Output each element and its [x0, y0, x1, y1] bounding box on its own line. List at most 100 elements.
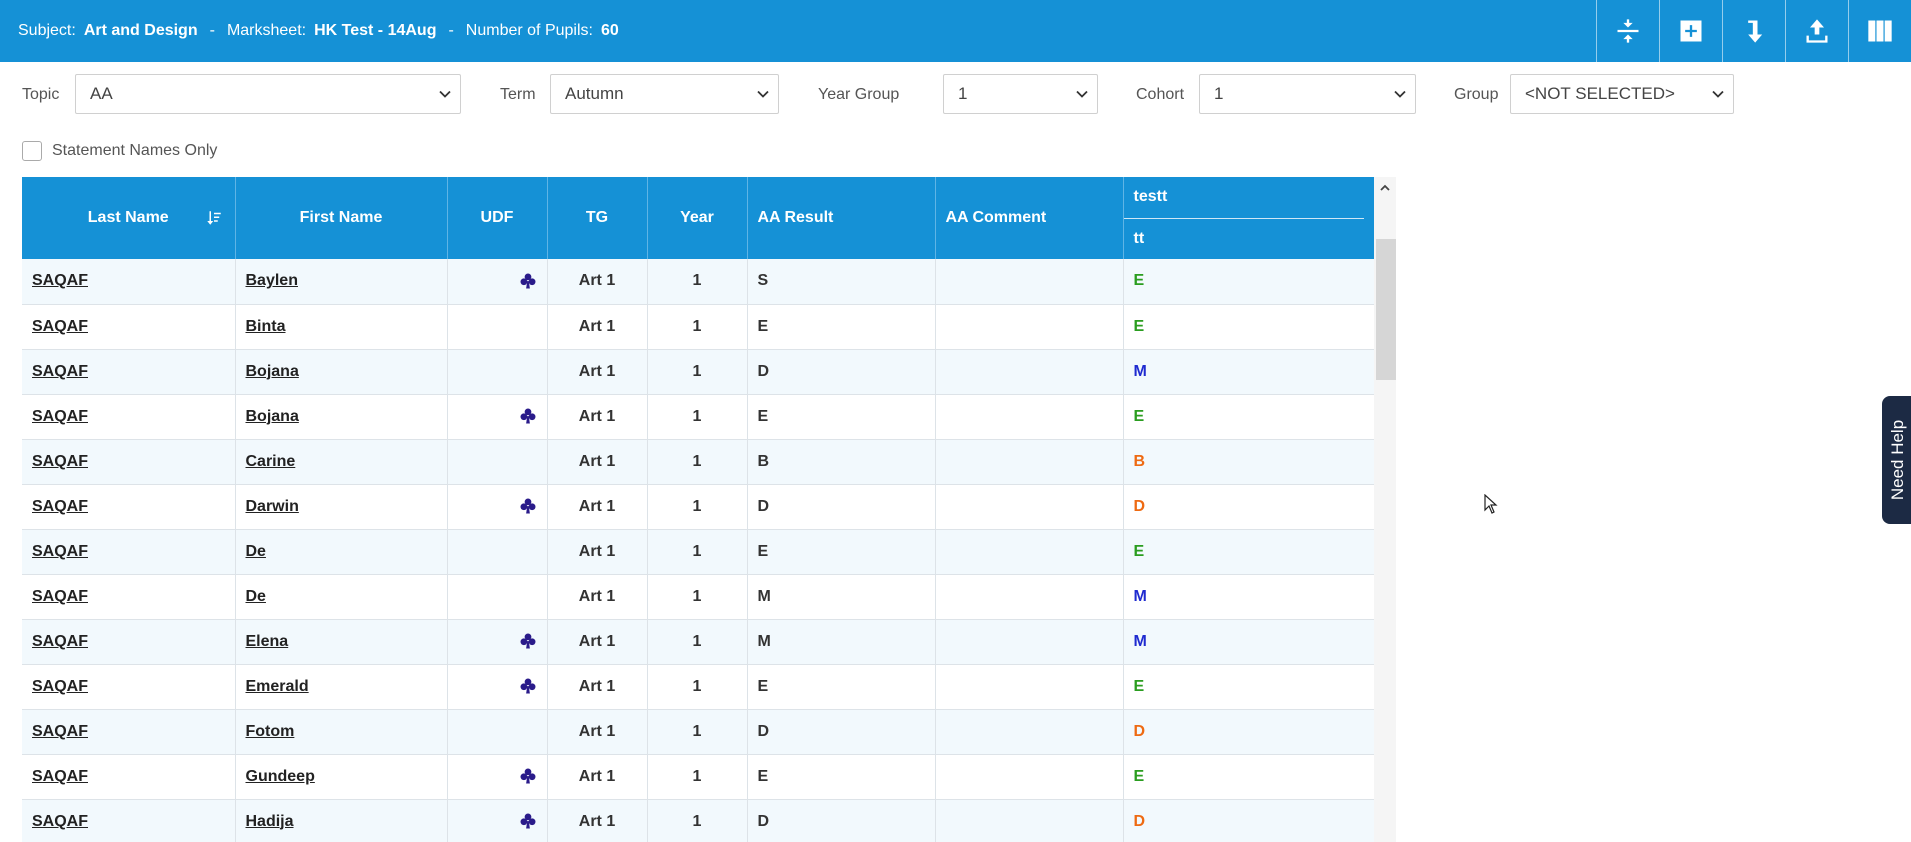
aa-result-cell[interactable]: B — [747, 439, 936, 485]
chevron-up-icon[interactable] — [1379, 182, 1391, 194]
aa-comment-cell[interactable] — [935, 394, 1124, 440]
statement-names-only-checkbox[interactable] — [22, 141, 42, 161]
last-name-cell[interactable]: SAQAF — [22, 529, 236, 575]
aa-result-cell[interactable]: E — [747, 529, 936, 575]
udf-cell[interactable] — [447, 709, 548, 755]
col-aa-result[interactable]: AA Result — [747, 177, 936, 259]
topic-select[interactable]: AA — [75, 74, 461, 114]
udf-cell[interactable] — [447, 529, 548, 575]
udf-cell[interactable] — [447, 439, 548, 485]
aa-comment-cell[interactable] — [935, 754, 1124, 800]
udf-cell[interactable] — [447, 574, 548, 620]
columns-button[interactable] — [1848, 0, 1911, 62]
last-name-cell[interactable]: SAQAF — [22, 664, 236, 710]
tt-grade-cell[interactable]: E — [1123, 754, 1374, 800]
scrollbar-thumb[interactable] — [1376, 239, 1396, 380]
tt-grade-cell[interactable]: E — [1123, 304, 1374, 350]
last-name-cell[interactable]: SAQAF — [22, 574, 236, 620]
col-year[interactable]: Year — [647, 177, 748, 259]
aa-result-cell[interactable]: D — [747, 799, 936, 842]
upload-button[interactable] — [1785, 0, 1848, 62]
tt-grade-cell[interactable]: E — [1123, 529, 1374, 575]
last-name-cell[interactable]: SAQAF — [22, 439, 236, 485]
last-name-cell[interactable]: SAQAF — [22, 709, 236, 755]
col-tg[interactable]: TG — [547, 177, 648, 259]
last-name-cell[interactable]: SAQAF — [22, 259, 236, 305]
aa-result-cell[interactable]: M — [747, 619, 936, 665]
col-first-name[interactable]: First Name — [235, 177, 448, 259]
sort-desc-icon[interactable] — [205, 209, 223, 227]
first-name-cell[interactable]: Gundeep — [235, 754, 448, 800]
udf-cell[interactable] — [447, 619, 548, 665]
udf-cell[interactable] — [447, 754, 548, 800]
aa-comment-cell[interactable] — [935, 349, 1124, 395]
first-name-cell[interactable]: De — [235, 529, 448, 575]
aa-comment-cell[interactable] — [935, 259, 1124, 305]
tt-grade-cell[interactable]: D — [1123, 709, 1374, 755]
first-name-cell[interactable]: Elena — [235, 619, 448, 665]
tt-grade-cell[interactable]: D — [1123, 799, 1374, 842]
aa-result-cell[interactable]: E — [747, 664, 936, 710]
udf-cell[interactable] — [447, 799, 548, 842]
col-udf[interactable]: UDF — [447, 177, 548, 259]
tt-grade-cell[interactable]: M — [1123, 619, 1374, 665]
move-down-button[interactable] — [1722, 0, 1785, 62]
last-name-cell[interactable]: SAQAF — [22, 619, 236, 665]
udf-cell[interactable] — [447, 259, 548, 305]
first-name-cell[interactable]: Binta — [235, 304, 448, 350]
aa-comment-cell[interactable] — [935, 484, 1124, 530]
udf-cell[interactable] — [447, 484, 548, 530]
first-name-cell[interactable]: Darwin — [235, 484, 448, 530]
aa-comment-cell[interactable] — [935, 574, 1124, 620]
col-last-name[interactable]: Last Name — [22, 177, 236, 259]
tt-grade-cell[interactable]: M — [1123, 349, 1374, 395]
col-testt[interactable]: testt tt — [1123, 177, 1374, 259]
last-name-cell[interactable]: SAQAF — [22, 394, 236, 440]
first-name-cell[interactable]: Emerald — [235, 664, 448, 710]
aa-result-cell[interactable]: M — [747, 574, 936, 620]
first-name-cell[interactable]: Hadija — [235, 799, 448, 842]
add-button[interactable] — [1659, 0, 1722, 62]
udf-cell[interactable] — [447, 394, 548, 440]
first-name-cell[interactable]: Bojana — [235, 349, 448, 395]
tt-grade-cell[interactable]: E — [1123, 259, 1374, 305]
aa-comment-cell[interactable] — [935, 529, 1124, 575]
aa-comment-cell[interactable] — [935, 799, 1124, 842]
tt-grade-cell[interactable]: E — [1123, 394, 1374, 440]
aa-result-cell[interactable]: E — [747, 304, 936, 350]
last-name-cell[interactable]: SAQAF — [22, 484, 236, 530]
last-name-cell[interactable]: SAQAF — [22, 799, 236, 842]
last-name-cell[interactable]: SAQAF — [22, 349, 236, 395]
cohort-select[interactable]: 1 — [1199, 74, 1416, 114]
aa-result-cell[interactable]: D — [747, 349, 936, 395]
compress-button[interactable] — [1596, 0, 1659, 62]
udf-cell[interactable] — [447, 664, 548, 710]
first-name-cell[interactable]: Bojana — [235, 394, 448, 440]
vertical-scrollbar[interactable] — [1374, 177, 1396, 842]
aa-comment-cell[interactable] — [935, 619, 1124, 665]
tt-grade-cell[interactable]: M — [1123, 574, 1374, 620]
group-select[interactable]: <NOT SELECTED> — [1510, 74, 1734, 114]
aa-result-cell[interactable]: E — [747, 754, 936, 800]
term-select[interactable]: Autumn — [550, 74, 779, 114]
aa-result-cell[interactable]: E — [747, 394, 936, 440]
udf-cell[interactable] — [447, 349, 548, 395]
col-aa-comment[interactable]: AA Comment — [935, 177, 1124, 259]
tt-grade-cell[interactable]: E — [1123, 664, 1374, 710]
aa-comment-cell[interactable] — [935, 664, 1124, 710]
first-name-cell[interactable]: Carine — [235, 439, 448, 485]
aa-result-cell[interactable]: D — [747, 484, 936, 530]
last-name-cell[interactable]: SAQAF — [22, 304, 236, 350]
aa-comment-cell[interactable] — [935, 709, 1124, 755]
aa-result-cell[interactable]: S — [747, 259, 936, 305]
statement-names-only-option[interactable]: Statement Names Only — [22, 141, 217, 161]
year-group-select[interactable]: 1 — [943, 74, 1098, 114]
last-name-cell[interactable]: SAQAF — [22, 754, 236, 800]
aa-comment-cell[interactable] — [935, 304, 1124, 350]
tt-grade-cell[interactable]: B — [1123, 439, 1374, 485]
first-name-cell[interactable]: De — [235, 574, 448, 620]
aa-comment-cell[interactable] — [935, 439, 1124, 485]
need-help-tab[interactable]: Need Help — [1882, 396, 1911, 524]
tt-grade-cell[interactable]: D — [1123, 484, 1374, 530]
first-name-cell[interactable]: Fotom — [235, 709, 448, 755]
